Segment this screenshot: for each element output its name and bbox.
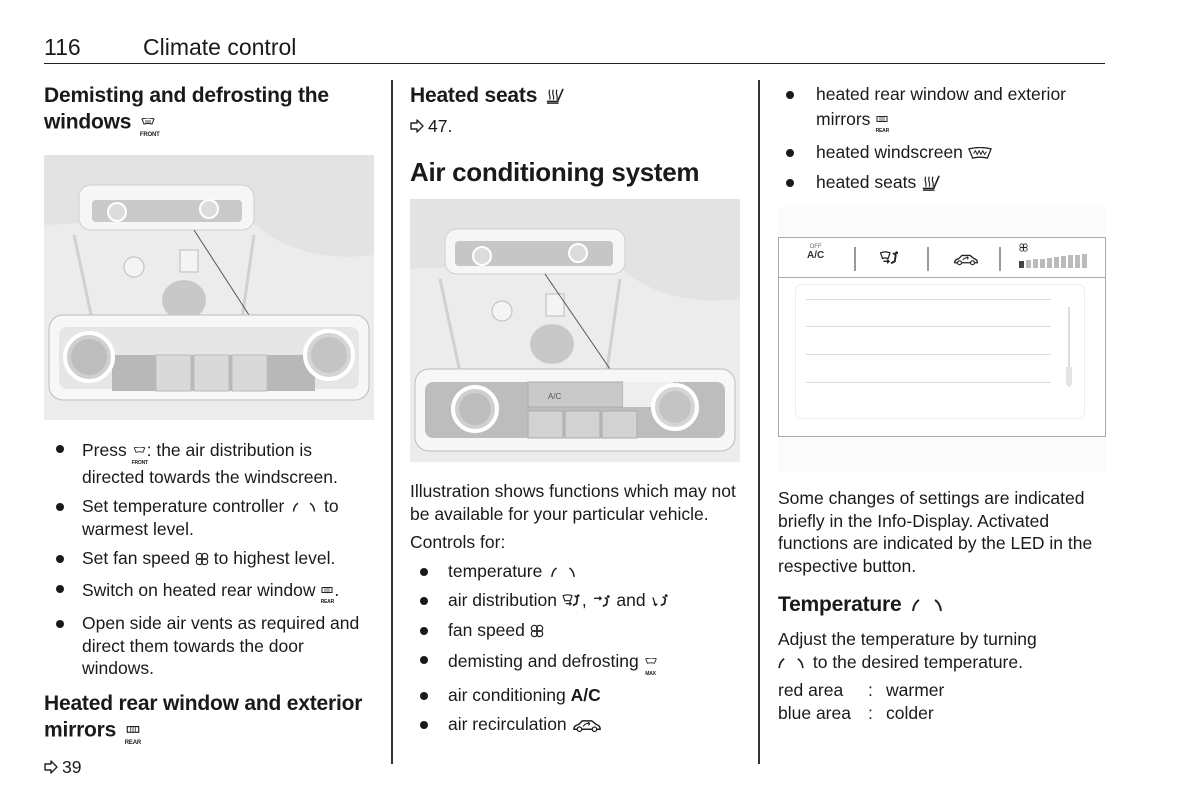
illustration-caption: Illustration shows functions which may n… bbox=[410, 481, 736, 524]
temperature-icon bbox=[907, 597, 947, 613]
reference-arrow-icon bbox=[44, 760, 58, 774]
fan-level-bar bbox=[1019, 261, 1024, 268]
section-title: Climate control bbox=[143, 34, 297, 60]
status-divider bbox=[854, 247, 856, 271]
fan-level-bar bbox=[1061, 256, 1066, 268]
fan-level-bar bbox=[1047, 257, 1052, 268]
list-item: Open side air vents as required and dire… bbox=[44, 612, 374, 680]
front-defrost-icon: FRONT bbox=[140, 108, 160, 138]
list-item: air distribution , and bbox=[410, 589, 740, 612]
heated-seat-icon bbox=[545, 87, 565, 105]
scrollbar-thumb[interactable] bbox=[1066, 367, 1072, 385]
list-item: heated seats bbox=[778, 171, 1106, 194]
temperature-icon bbox=[289, 500, 319, 514]
air-distribution-icon bbox=[879, 250, 901, 267]
column-1: Demisting and defrosting the windows FRO… bbox=[44, 80, 374, 778]
list-item: Press FRONT: the air distribution is dir… bbox=[44, 437, 374, 488]
fan-icon bbox=[530, 624, 544, 638]
display-info-paragraph: Some changes of settings are indicated b… bbox=[778, 488, 1093, 576]
list-item: air conditioning A/C bbox=[410, 684, 740, 707]
controls-for-label: Controls for: bbox=[410, 532, 506, 552]
status-divider bbox=[927, 247, 929, 271]
fan-level-bar bbox=[1054, 257, 1059, 268]
page-reference-link[interactable]: 39 bbox=[44, 756, 374, 778]
fan-icon bbox=[195, 552, 209, 566]
info-display-list bbox=[795, 284, 1085, 419]
info-display-status-bar: OFF A/C bbox=[779, 238, 1105, 278]
list-item: Set temperature controller to warmest le… bbox=[44, 495, 374, 540]
heading-temperature: Temperature bbox=[778, 593, 1106, 617]
column-2: Heated seats 47. Air conditioning system… bbox=[410, 80, 740, 743]
list-item: heated rear window and exterior mirrors … bbox=[778, 83, 1106, 134]
rear-defrost-icon: REAR bbox=[125, 716, 141, 746]
fan-level-bar bbox=[1082, 253, 1087, 268]
heading-heated-seats: Heated seats bbox=[410, 84, 740, 108]
list-item: temperature bbox=[410, 560, 740, 583]
demisting-steps-list: Press FRONT: the air distribution is dir… bbox=[44, 437, 374, 680]
temperature-icon bbox=[547, 565, 579, 579]
temperature-instructions: Adjust the temperature by turning to the… bbox=[778, 628, 1106, 673]
controls-list-continued: heated rear window and exterior mirrors … bbox=[778, 83, 1106, 193]
fan-level-bar bbox=[1033, 259, 1038, 268]
air-feet-icon bbox=[650, 593, 670, 609]
fan-level-bar bbox=[1040, 258, 1045, 268]
rear-defrost-icon: REAR bbox=[320, 577, 334, 605]
ac-label: A/C bbox=[570, 684, 601, 705]
air-windscreen-feet-icon bbox=[562, 593, 582, 609]
list-separator bbox=[806, 326, 1051, 327]
heading-heated-rear-window: Heated rear window and exterior mirrors … bbox=[44, 691, 363, 746]
temperature-icon bbox=[774, 656, 808, 670]
info-display-illustration: OFF A/C bbox=[778, 207, 1106, 472]
fan-level-bar bbox=[1075, 254, 1080, 268]
list-item: heated windscreen bbox=[778, 141, 1106, 164]
recirculation-icon bbox=[572, 718, 602, 733]
list-item: demisting and defrosting MAX bbox=[410, 648, 740, 677]
fan-icon bbox=[1019, 243, 1028, 252]
climate-panel-illustration-2: A/C bbox=[410, 199, 740, 462]
list-item: fan speed bbox=[410, 619, 740, 642]
page-header: 116 Climate control bbox=[44, 34, 1105, 64]
heading-demisting: Demisting and defrosting the windows FRO… bbox=[44, 84, 329, 138]
front-defrost-icon: FRONT bbox=[132, 437, 148, 466]
legend-row-blue: blue area : colder bbox=[778, 702, 934, 723]
climate-panel-illustration-1 bbox=[44, 155, 374, 420]
page-reference-link[interactable]: 47. bbox=[410, 115, 740, 137]
max-defrost-icon: MAX bbox=[644, 648, 658, 677]
info-display-screen: OFF A/C bbox=[778, 237, 1106, 437]
column-divider bbox=[758, 80, 760, 764]
heated-windscreen-icon bbox=[968, 147, 992, 160]
rear-defrost-icon: REAR bbox=[875, 106, 889, 134]
fan-level-bars bbox=[1019, 253, 1087, 268]
ac-off-indicator: OFF A/C bbox=[807, 244, 825, 261]
list-separator bbox=[806, 299, 1051, 300]
legend-row-red: red area : warmer bbox=[778, 680, 945, 700]
recirculation-icon bbox=[952, 253, 980, 266]
panel-ac-label: A/C bbox=[548, 392, 562, 401]
column-divider bbox=[391, 80, 393, 764]
heading-air-conditioning-system: Air conditioning system bbox=[410, 157, 700, 187]
page-number: 116 bbox=[44, 34, 81, 60]
air-face-icon bbox=[592, 593, 612, 609]
list-item: air recirculation bbox=[410, 713, 740, 736]
column-3: heated rear window and exterior mirrors … bbox=[778, 80, 1106, 724]
heated-seat-icon bbox=[921, 174, 941, 192]
fan-level-bar bbox=[1026, 260, 1031, 268]
reference-arrow-icon bbox=[410, 119, 424, 133]
list-separator bbox=[806, 382, 1051, 383]
fan-level-bar bbox=[1068, 255, 1073, 268]
list-separator bbox=[806, 354, 1051, 355]
status-divider bbox=[999, 247, 1001, 271]
list-item: Set fan speed to highest level. bbox=[44, 547, 374, 570]
list-item: Switch on heated rear window REAR. bbox=[44, 577, 374, 605]
temperature-legend: red area : warmer blue area : colder bbox=[778, 679, 1106, 724]
controls-list: temperature air distribution , and fan s… bbox=[410, 560, 740, 736]
